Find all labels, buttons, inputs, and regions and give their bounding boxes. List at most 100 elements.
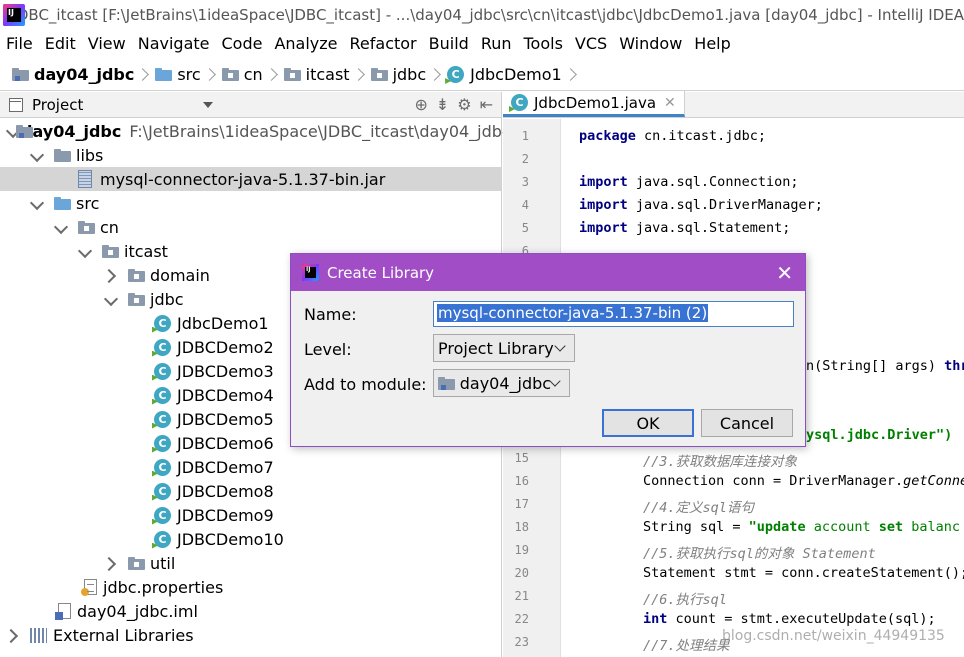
hide-icon[interactable]: ⇤ [480,95,493,114]
menu-tools[interactable]: Tools [518,34,569,53]
class-icon: C [154,506,171,524]
code-line[interactable]: package cn.itcast.jdbc; [579,128,766,144]
breadcrumb-item-cn[interactable]: cn [221,65,284,84]
package-icon [283,68,301,81]
name-label: Name: [304,305,357,324]
menu-vcs[interactable]: VCS [569,34,613,53]
level-row: Level: [304,340,352,359]
menu-file[interactable]: File [0,34,39,53]
tree-item-src[interactable]: src [0,191,501,215]
chevron-down-icon[interactable] [30,148,44,162]
breadcrumb-item-src[interactable]: src [155,65,221,84]
menu-view[interactable]: View [82,34,132,53]
tree-label: domain [150,265,210,285]
menu-analyze[interactable]: Analyze [268,34,343,53]
gear-icon[interactable]: ⚙ [457,95,471,114]
code-line[interactable]: import java.sql.DriverManager; [579,197,823,213]
tree-label: src [76,193,100,213]
class-icon: C [154,482,171,500]
editor-tab-bar: C JdbcDemo1.java ✕ [503,91,964,118]
tree-item-external-libraries[interactable]: External Libraries [0,623,501,647]
chevron-down-icon[interactable] [78,244,92,258]
code-line[interactable]: //5.获取执行sql的对象 Statement [643,542,876,562]
cancel-button[interactable]: Cancel [701,409,793,437]
line-number: 23 [514,635,529,649]
menu-run[interactable]: Run [475,34,518,53]
code-line[interactable]: import java.sql.Statement; [579,220,790,236]
chevron-right-icon [351,68,365,81]
tree-label: day04_jdbc.iml [77,601,198,621]
menu-window[interactable]: Window [613,34,688,53]
editor-tab-jdbcdemo1[interactable]: C JdbcDemo1.java ✕ [503,91,685,117]
tree-item-cn[interactable]: cn [0,215,501,239]
code-line[interactable]: String sql = "update account set balanc [643,519,960,535]
code-line[interactable]: Connection conn = DriverManager.getConne [643,473,964,489]
tree-label: util [150,553,176,573]
menu-code[interactable]: Code [216,34,269,53]
code-line[interactable]: //6.执行sql [643,588,727,608]
tree-label: JDBCDemo4 [177,385,274,405]
tree-item-class[interactable]: C JDBCDemo9 [0,503,501,527]
tree-label: itcast [124,241,168,261]
class-icon: C [154,434,171,452]
tree-item-class[interactable]: C JDBCDemo10 [0,527,501,551]
locate-icon[interactable]: ⊕ [414,95,427,114]
breadcrumb-item-module[interactable]: day04_jdbc [12,65,155,84]
menu-help[interactable]: Help [688,34,736,53]
tree-item-libs[interactable]: libs [0,143,501,167]
watermark: blog.csdn.net/weixin_44949135 [722,628,945,644]
menu-navigate[interactable]: Navigate [132,34,216,53]
code-line[interactable]: import java.sql.Connection; [579,174,798,190]
tree-item-root[interactable]: day04_jdbc F:\JetBrains\1ideaSpace\JDBC_… [0,119,511,143]
code-line[interactable]: Statement stmt = conn.createStatement(); [643,565,964,581]
module-select[interactable]: day04_jdbc [433,369,570,397]
line-number: 21 [514,589,529,603]
tree-item-properties[interactable]: jdbc.properties [0,575,501,599]
breadcrumb-item-itcast[interactable]: itcast [283,65,371,84]
code-line[interactable]: n(String[] args) thr [806,358,964,374]
tree-item-iml[interactable]: day04_jdbc.iml [0,599,501,623]
code-line[interactable]: ysql.jdbc.Driver") [806,427,952,443]
library-name-input[interactable]: mysql-connector-java-5.1.37-bin (2) [433,301,794,327]
breadcrumb-item-jdbc[interactable]: jdbc [370,65,448,84]
package-icon [370,68,388,81]
chevron-right-icon[interactable] [6,628,20,642]
breadcrumb-item-class[interactable]: C JdbcDemo1 [447,65,583,84]
project-panel-title[interactable]: Project [32,96,83,114]
package-icon [221,68,239,81]
tree-item-util[interactable]: util [0,551,501,575]
menu-refactor[interactable]: Refactor [344,34,423,53]
class-icon: C [154,362,171,380]
class-icon: C [154,410,171,428]
tree-label: cn [100,217,119,237]
chevron-down-icon[interactable] [104,292,118,306]
chevron-right-icon[interactable] [104,268,118,282]
code-line[interactable]: //7.处理结果 [643,634,730,654]
chevron-down-icon[interactable] [54,220,68,234]
module-path: F:\JetBrains\1ideaSpace\JDBC_itcast\day0… [129,121,511,141]
tree-item-jar[interactable]: mysql-connector-java-5.1.37-bin.jar [0,167,501,191]
code-line[interactable]: //3.获取数据库连接对象 [643,450,797,470]
project-icon [9,97,23,112]
tree-label: JDBCDemo6 [177,433,274,453]
close-icon[interactable]: ✕ [776,261,793,285]
collapse-icon[interactable]: ⇟ [436,95,449,114]
chevron-right-icon[interactable] [104,556,118,570]
tree-item-class[interactable]: C JDBCDemo8 [0,479,501,503]
view-dropdown-icon[interactable] [203,101,214,108]
code-line[interactable]: //4.定义sql语句 [643,496,754,516]
line-number: 2 [521,152,529,166]
tree-item-class[interactable]: C JDBCDemo7 [0,455,501,479]
menu-build[interactable]: Build [423,34,475,53]
project-panel-header: Project ⊕ ⇟ ⚙ ⇤ [0,92,501,118]
ok-button[interactable]: OK [602,409,694,437]
level-select[interactable]: Project Library [433,334,575,362]
menu-edit[interactable]: Edit [39,34,82,53]
level-label: Level: [304,340,352,359]
line-number: 1 [521,129,529,143]
code-line[interactable]: int count = stmt.executeUpdate(sql); [643,611,936,627]
close-icon[interactable]: ✕ [664,95,676,111]
chevron-down-icon[interactable] [30,196,44,210]
tree-label: JDBCDemo9 [177,505,274,525]
package-icon [102,244,119,258]
